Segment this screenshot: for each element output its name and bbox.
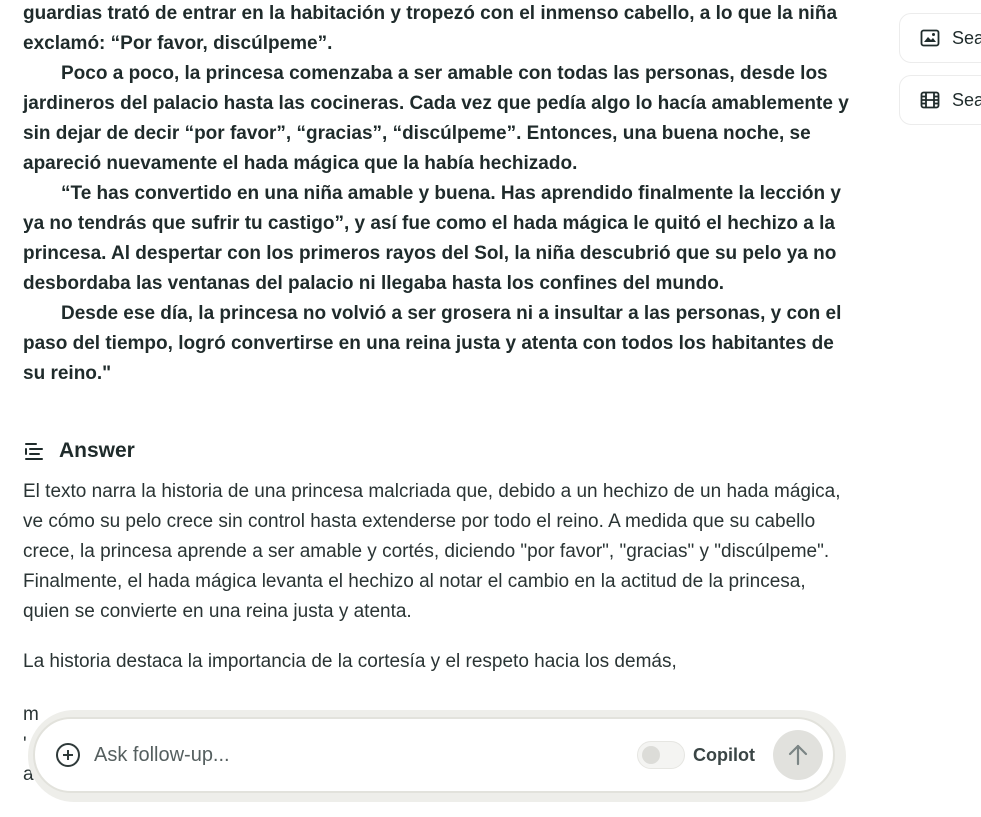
search-images-button[interactable]: Sea	[899, 13, 981, 63]
follow-up-composer: Ask follow-up... Copilot	[33, 717, 835, 793]
video-icon	[920, 90, 940, 110]
arrow-up-icon	[788, 744, 808, 766]
right-sidebar: Sea Sea	[899, 13, 981, 137]
answer-paragraph: La historia destaca la importancia de la…	[23, 651, 677, 672]
toggle-knob	[642, 746, 661, 764]
answer-title: Answer	[59, 439, 135, 462]
add-attachment-icon[interactable]	[54, 741, 82, 769]
answer-paragraph: El texto narra la historia de una prince…	[23, 481, 841, 622]
send-button[interactable]	[773, 730, 823, 780]
answer-header: Answer	[23, 436, 853, 466]
query-paragraph: “Te has convertido en una niña amable y …	[23, 183, 841, 294]
answer-body: El texto narra la historia de una prince…	[23, 477, 853, 677]
copilot-toggle[interactable]	[637, 741, 686, 769]
sidebar-item-label: Sea	[952, 89, 981, 110]
partial-line: m	[23, 704, 39, 725]
conversation: guardias trató de entrar en la habitació…	[23, 0, 853, 677]
copilot-label: Copilot	[693, 744, 755, 765]
search-videos-button[interactable]: Sea	[899, 75, 981, 125]
query-paragraph: Poco a poco, la princesa comenzaba a ser…	[23, 63, 849, 174]
user-query: guardias trató de entrar en la habitació…	[23, 0, 853, 389]
follow-up-input[interactable]: Ask follow-up...	[94, 744, 637, 767]
answer-lines-icon	[21, 438, 47, 464]
sidebar-item-label: Sea	[952, 27, 981, 48]
query-paragraph: guardias trató de entrar en la habitació…	[23, 3, 838, 54]
image-icon	[920, 28, 940, 48]
query-paragraph: Desde ese día, la princesa no volvió a s…	[23, 303, 842, 384]
